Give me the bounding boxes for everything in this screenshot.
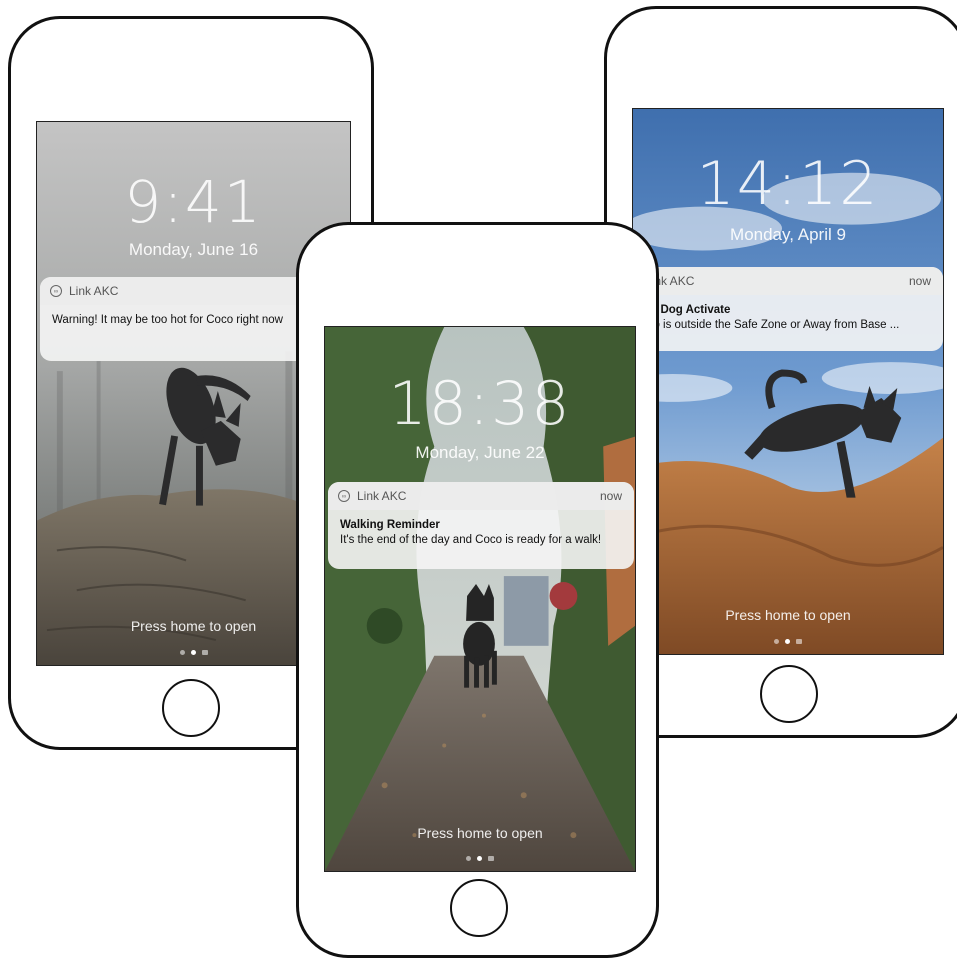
notification-body: Walking Reminder It's the end of the day…: [328, 510, 634, 556]
notification-header: Link AKC now: [633, 267, 943, 295]
camera-icon: [201, 650, 208, 655]
home-button[interactable]: [162, 679, 220, 737]
press-home-label: Press home to open: [725, 607, 851, 623]
link-akc-logo-icon: ∞: [338, 490, 350, 502]
notification-card[interactable]: ∞ Link AKC now Walking Reminder It's the…: [328, 482, 634, 569]
camera-icon: [488, 856, 494, 861]
lock-screen-center: 18:38 Monday, June 22 ∞ Link AKC now Wal…: [324, 326, 636, 872]
link-akc-logo-icon: ∞: [50, 285, 62, 297]
date: Monday, April 9: [730, 225, 846, 244]
notification-app-name: Link AKC: [645, 274, 695, 288]
date: Monday, June 22: [415, 443, 545, 462]
notification-time: now: [908, 274, 931, 288]
notification-title: Walking Reminder: [340, 519, 440, 531]
clock: 14:12: [696, 149, 880, 219]
home-button[interactable]: [450, 879, 508, 937]
phone-center: 18:38 Monday, June 22 ∞ Link AKC now Wal…: [296, 222, 659, 958]
notification-message: Coco is outside the Safe Zone or Away fr…: [633, 319, 900, 331]
notification-title: Lost Dog Activate: [633, 304, 731, 316]
lock-screen-right: 14:12 Monday, April 9 Link AKC now Lost …: [632, 108, 944, 655]
page-indicator-dots: [325, 856, 635, 861]
clock: 18:38: [388, 369, 572, 439]
home-button[interactable]: [760, 665, 818, 723]
notification-time: now: [599, 489, 622, 503]
page-indicator-dots: [633, 639, 943, 644]
press-home-label: Press home to open: [417, 825, 543, 841]
notification-app-name: Link AKC: [357, 489, 407, 503]
notification-body: Lost Dog Activate Coco is outside the Sa…: [633, 295, 943, 341]
notification-message: It's the end of the day and Coco is read…: [340, 534, 602, 546]
notification-header: ∞ Link AKC now: [328, 482, 634, 510]
notification-card[interactable]: Link AKC now Lost Dog Activate Coco is o…: [633, 267, 943, 351]
camera-icon: [796, 639, 802, 644]
clock: 9:41: [124, 168, 263, 236]
